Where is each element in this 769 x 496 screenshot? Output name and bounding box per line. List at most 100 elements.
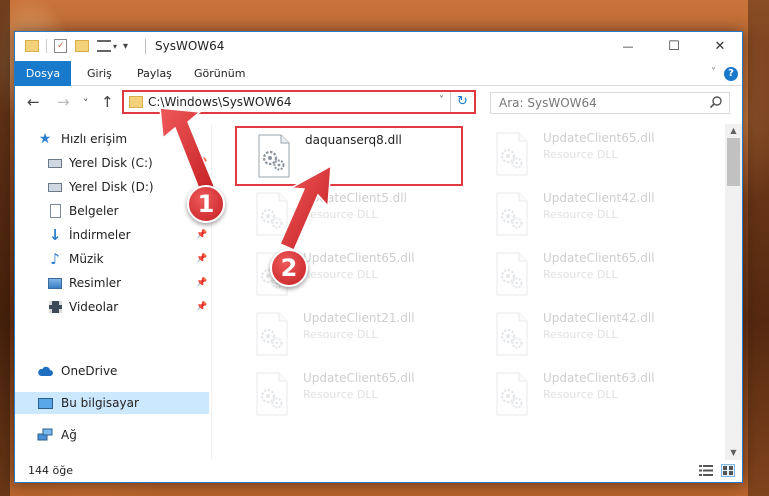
file-name: UpdateClient42.dll bbox=[543, 311, 655, 325]
divider bbox=[46, 39, 47, 53]
status-bar: 144 öğe bbox=[15, 460, 742, 482]
expand-ribbon-icon[interactable]: ˅ bbox=[711, 67, 716, 78]
sidebar-item-label: Videolar bbox=[69, 300, 119, 314]
background-tree-trunk bbox=[748, 0, 769, 496]
recent-locations-icon[interactable]: ˅ bbox=[83, 96, 89, 112]
file-type: Resource DLL bbox=[303, 328, 378, 341]
tab-share[interactable]: Paylaş bbox=[127, 61, 182, 86]
sidebar-item-local-disk-d[interactable]: Yerel Disk (D:) 📌 bbox=[15, 176, 209, 198]
forward-arrow-icon[interactable]: → bbox=[57, 94, 70, 110]
file-type: Resource DLL bbox=[543, 388, 618, 401]
file-name: UpdateClient65.dll bbox=[543, 251, 655, 265]
customize-qat-icon[interactable]: ▾ bbox=[123, 41, 128, 52]
file-tile[interactable]: UpdateClient65.dll Resource DLL bbox=[475, 246, 701, 302]
sidebar-item-label: OneDrive bbox=[61, 364, 118, 378]
file-name: daquanserq8.dll bbox=[305, 133, 402, 147]
view-options-icon[interactable] bbox=[97, 40, 111, 52]
chevron-down-icon[interactable]: ˅ bbox=[439, 95, 444, 106]
details-view-icon[interactable] bbox=[699, 464, 713, 477]
file-tile[interactable]: UpdateClient65.dll Resource DLL bbox=[235, 366, 461, 422]
file-type: Resource DLL bbox=[543, 148, 618, 161]
music-icon: ♪ bbox=[50, 250, 60, 268]
address-path[interactable]: C:\Windows\SysWOW64 bbox=[148, 95, 292, 109]
scroll-up-icon[interactable]: ▲ bbox=[725, 124, 742, 138]
minimize-button[interactable]: — bbox=[605, 32, 651, 61]
pin-icon[interactable]: 📌 bbox=[196, 302, 207, 312]
sidebar-item-downloads[interactable]: ↓ İndirmeler 📌 bbox=[15, 224, 209, 246]
title-bar: ✓ ▾ ▾ SysWOW64 — ☐ ✕ bbox=[15, 32, 742, 61]
refresh-icon[interactable]: ↻ bbox=[450, 92, 474, 112]
sidebar-item-label: İndirmeler bbox=[69, 228, 131, 242]
sidebar-item-label: Yerel Disk (C:) bbox=[69, 156, 153, 170]
file-type: Resource DLL bbox=[543, 208, 618, 221]
file-tile[interactable]: UpdateClient65.dll Resource DLL bbox=[475, 126, 701, 182]
pin-icon[interactable]: 📌 bbox=[196, 230, 207, 240]
sidebar-item-label: Resimler bbox=[69, 276, 122, 290]
sidebar-item-quick-access[interactable]: ★ Hızlı erişim bbox=[15, 128, 209, 150]
back-arrow-icon[interactable]: ← bbox=[27, 94, 40, 110]
downloads-icon: ↓ bbox=[48, 226, 62, 244]
file-tile[interactable]: UpdateClient5.dll Resource DLL bbox=[235, 186, 461, 242]
file-explorer-window: ✓ ▾ ▾ SysWOW64 — ☐ ✕ Dosya Giriş Paylaş … bbox=[14, 31, 743, 483]
sidebar-item-this-pc[interactable]: Bu bilgisayar bbox=[15, 392, 209, 414]
sidebar-item-network[interactable]: Ağ bbox=[15, 424, 209, 446]
pin-icon[interactable]: 📌 bbox=[196, 278, 207, 288]
scroll-down-icon[interactable]: ▼ bbox=[725, 446, 742, 460]
sidebar-item-music[interactable]: ♪ Müzik 📌 bbox=[15, 248, 209, 270]
folder-icon bbox=[129, 96, 143, 108]
file-tile[interactable]: UpdateClient42.dll Resource DLL bbox=[475, 306, 701, 362]
new-folder-icon[interactable] bbox=[75, 40, 89, 52]
vertical-scrollbar[interactable]: ▲ ▼ bbox=[725, 124, 742, 460]
file-tile[interactable]: UpdateClient63.dll Resource DLL bbox=[475, 366, 701, 422]
sidebar-item-videos[interactable]: Videolar 📌 bbox=[15, 296, 209, 318]
sidebar-item-pictures[interactable]: Resimler 📌 bbox=[15, 272, 209, 294]
item-count: 144 öğe bbox=[28, 464, 73, 477]
chevron-down-icon[interactable]: ▾ bbox=[113, 42, 117, 51]
sidebar-item-label: Ağ bbox=[61, 428, 77, 442]
pane-divider[interactable] bbox=[211, 124, 212, 460]
sidebar-item-label: Bu bilgisayar bbox=[61, 396, 139, 410]
sidebar-item-local-disk-c[interactable]: Yerel Disk (C:) 📌 bbox=[15, 152, 209, 174]
search-input[interactable]: Ara: SysWOW64 bbox=[499, 96, 597, 110]
file-tile[interactable]: UpdateClient42.dll Resource DLL bbox=[475, 186, 701, 242]
file-list: daquanserq8.dll UpdateClient65.dll Resourc… bbox=[215, 124, 725, 460]
dll-file-icon bbox=[255, 312, 289, 356]
file-tile[interactable]: UpdateClient65.dll Resource DLL bbox=[235, 246, 461, 302]
file-tile[interactable]: daquanserq8.dll bbox=[235, 126, 463, 186]
search-box[interactable]: Ara: SysWOW64 bbox=[490, 92, 730, 114]
address-bar[interactable]: C:\Windows\SysWOW64 ˅ ↻ bbox=[122, 90, 476, 114]
close-button[interactable]: ✕ bbox=[697, 32, 743, 61]
dll-file-icon bbox=[495, 192, 529, 236]
tab-home[interactable]: Giriş bbox=[77, 61, 122, 86]
help-icon[interactable]: ? bbox=[724, 67, 738, 81]
documents-icon bbox=[47, 203, 63, 219]
search-icon[interactable] bbox=[709, 95, 723, 112]
close-icon: ✕ bbox=[714, 39, 726, 54]
navigation-bar: ← → ˅ ↑ C:\Windows\SysWOW64 ˅ ↻ Ara: Sys… bbox=[15, 86, 742, 120]
dll-file-icon bbox=[255, 372, 289, 416]
dll-file-icon bbox=[255, 192, 289, 236]
file-type: Resource DLL bbox=[543, 328, 618, 341]
star-icon: ★ bbox=[38, 131, 52, 147]
large-icons-view-icon[interactable] bbox=[721, 464, 735, 477]
tab-file[interactable]: Dosya bbox=[15, 61, 71, 86]
file-name: UpdateClient42.dll bbox=[543, 191, 655, 205]
up-arrow-icon[interactable]: ↑ bbox=[101, 94, 114, 110]
properties-icon[interactable]: ✓ bbox=[54, 39, 67, 53]
annotation-badge-2: 2 bbox=[270, 249, 308, 287]
sidebar-item-documents[interactable]: Belgeler 📌 bbox=[15, 200, 209, 222]
videos-icon bbox=[47, 299, 63, 315]
quick-access-toolbar: ✓ ▾ ▾ bbox=[25, 39, 128, 53]
sidebar-item-label: Yerel Disk (D:) bbox=[69, 180, 154, 194]
tab-view[interactable]: Görünüm bbox=[184, 61, 255, 86]
scroll-thumb[interactable] bbox=[727, 138, 740, 186]
pin-icon[interactable]: 📌 bbox=[196, 158, 207, 168]
sidebar-item-onedrive[interactable]: OneDrive bbox=[15, 360, 209, 382]
pin-icon[interactable]: 📌 bbox=[196, 254, 207, 264]
file-tile[interactable]: UpdateClient21.dll Resource DLL bbox=[235, 306, 461, 362]
file-type: Resource DLL bbox=[303, 208, 378, 221]
network-icon bbox=[37, 427, 53, 443]
file-type: Resource DLL bbox=[303, 388, 378, 401]
file-name: UpdateClient65.dll bbox=[543, 131, 655, 145]
maximize-button[interactable]: ☐ bbox=[651, 32, 697, 61]
